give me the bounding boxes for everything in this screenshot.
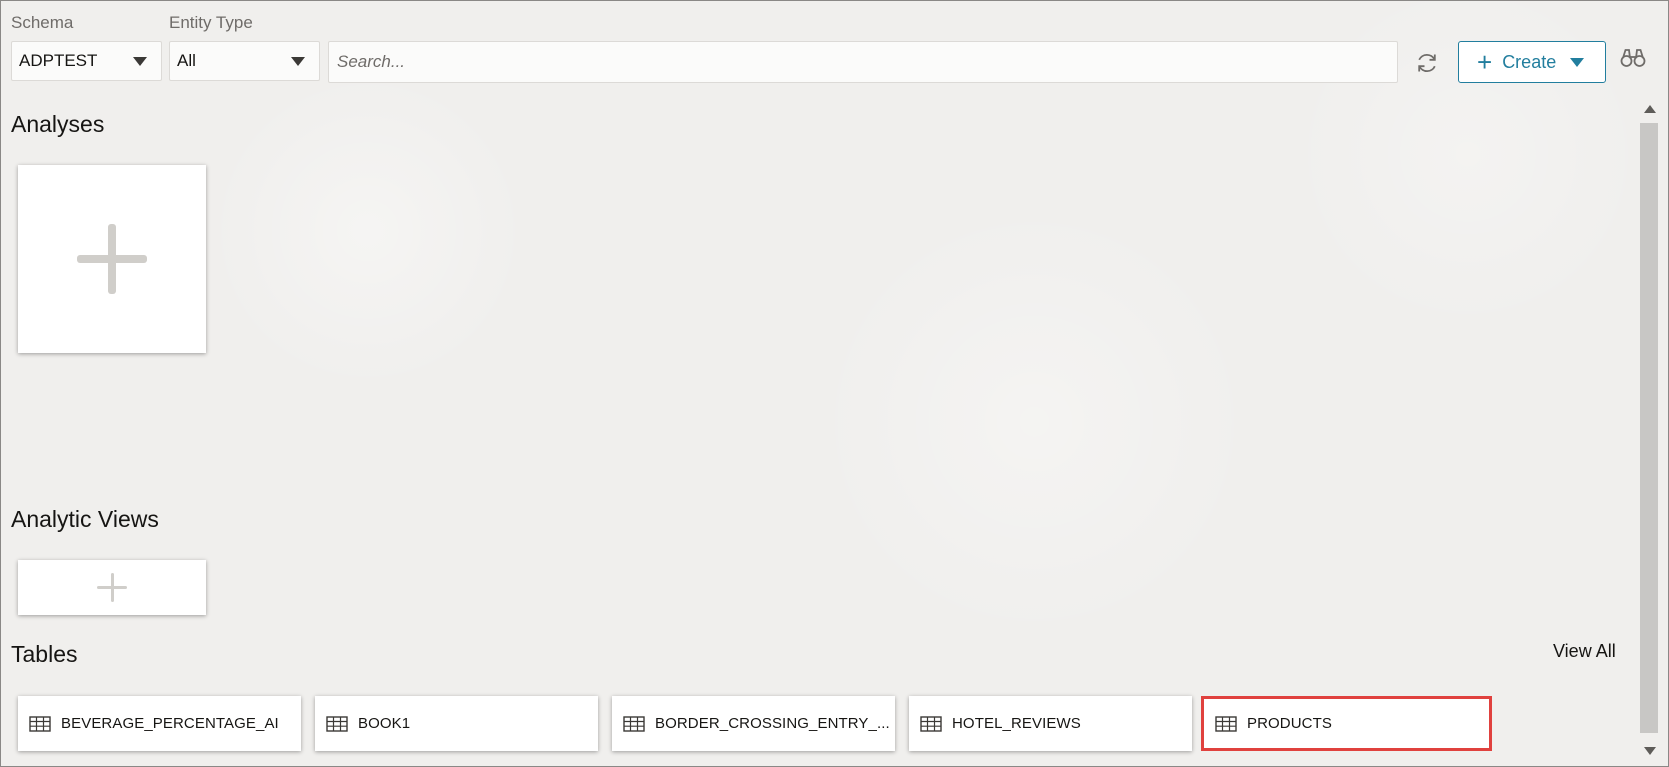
table-icon [1215,715,1237,732]
view-all-link[interactable]: View All [1553,641,1616,662]
add-analysis-plus-icon-stroke [108,224,116,294]
add-analytic-view-plus-icon-stroke [110,573,114,602]
table-card-selected[interactable]: PRODUCTS [1201,696,1492,751]
table-icon [623,715,645,732]
analyses-heading: Analyses [11,111,105,137]
scroll-down-arrow-icon[interactable] [1644,747,1656,755]
entity-type-select-value: All [177,51,196,70]
entity-type-label: Entity Type [169,13,253,32]
chevron-down-icon [291,57,305,66]
table-icon [326,715,348,732]
table-card[interactable]: BORDER_CROSSING_ENTRY_... [612,696,895,751]
analytic-views-heading: Analytic Views [11,506,159,532]
table-name: BORDER_CROSSING_ENTRY_... [655,715,890,732]
plus-icon: + [1477,47,1493,77]
scroll-thumb[interactable] [1640,123,1658,733]
table-card[interactable]: BEVERAGE_PERCENTAGE_AI [18,696,301,751]
entity-type-select[interactable]: All [169,41,320,81]
schema-label: Schema [11,13,74,32]
table-name: BOOK1 [358,715,411,732]
table-icon [920,715,942,732]
table-name: BEVERAGE_PERCENTAGE_AI [61,715,279,732]
chevron-down-icon [1570,57,1585,67]
schema-select-value: ADPTEST [19,51,98,70]
create-button-label: Create [1502,51,1557,72]
table-name: HOTEL_REVIEWS [952,715,1081,732]
table-name: PRODUCTS [1247,715,1332,732]
add-analytic-view-card[interactable] [18,560,206,615]
refresh-icon [1418,53,1436,73]
binoculars-button[interactable] [1620,47,1646,71]
add-analysis-card[interactable] [18,165,206,353]
catalog-page: Schema ADPTEST Entity Type All + Create [0,0,1669,767]
refresh-button[interactable] [1414,50,1440,76]
table-card[interactable]: HOTEL_REVIEWS [909,696,1192,751]
search-input[interactable] [328,41,1398,83]
binoculars-icon [1620,49,1646,67]
schema-select[interactable]: ADPTEST [11,41,162,81]
table-icon [29,715,51,732]
table-card[interactable]: BOOK1 [315,696,598,751]
chevron-down-icon [133,57,147,66]
scroll-up-arrow-icon[interactable] [1644,105,1656,113]
create-button[interactable]: + Create [1458,41,1606,83]
tables-heading: Tables [11,641,78,667]
vertical-scrollbar[interactable] [1638,101,1660,761]
